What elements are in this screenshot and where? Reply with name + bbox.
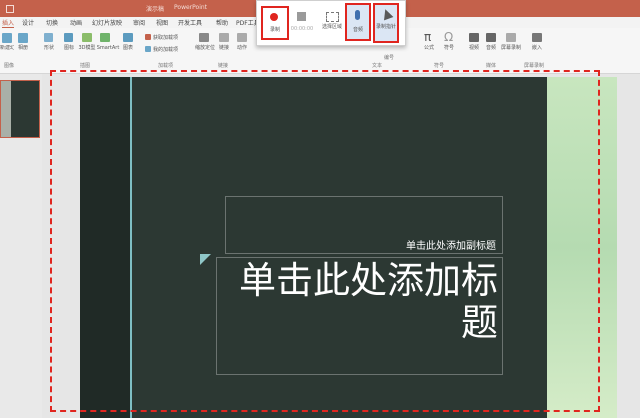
link-icon[interactable] xyxy=(219,33,229,42)
audio-toggle-label: 音频 xyxy=(352,27,363,33)
tab-transitions[interactable]: 切换 xyxy=(46,18,58,27)
new-slide-button[interactable]: 新建幻灯片 xyxy=(0,45,14,51)
zoom-icon[interactable] xyxy=(199,33,209,42)
tab-slideshow[interactable]: 幻灯片放映 xyxy=(92,18,122,27)
tab-developer[interactable]: 开发工具 xyxy=(178,18,202,27)
screen-recording-icon[interactable] xyxy=(506,33,516,42)
group-illustrations-label: 插图 xyxy=(80,63,91,69)
select-area-icon[interactable] xyxy=(326,12,339,22)
record-icon xyxy=(270,13,278,21)
smartart-icon[interactable] xyxy=(100,33,110,42)
3d-model-button[interactable]: 3D模型 xyxy=(78,45,96,51)
pointer-icon xyxy=(380,7,394,21)
audio-toggle-button[interactable]: 音频 xyxy=(345,3,371,41)
group-addins-label: 加载项 xyxy=(158,63,174,69)
chart-icon[interactable] xyxy=(123,33,133,42)
shapes-icon[interactable] xyxy=(44,33,53,42)
microphone-icon xyxy=(355,10,360,20)
my-addins-icon[interactable] xyxy=(145,46,151,52)
slide-highlight-frame xyxy=(50,70,600,412)
select-area-button[interactable]: 选择区域 xyxy=(321,24,343,30)
action-button[interactable]: 动作 xyxy=(234,45,250,51)
get-addins-button[interactable]: 获取加载项 xyxy=(153,35,178,41)
tab-insert[interactable]: 插入 xyxy=(2,18,15,28)
album-icon[interactable] xyxy=(18,33,28,43)
my-addins-button[interactable]: 我的加载项 xyxy=(153,47,178,53)
icons-button[interactable]: 图标 xyxy=(60,45,78,51)
chart-button[interactable]: 图表 xyxy=(120,45,136,51)
icons-icon[interactable] xyxy=(64,33,73,42)
embed-icon[interactable] xyxy=(532,33,542,42)
group-text-label: 文本 xyxy=(372,63,383,69)
stop-icon[interactable] xyxy=(297,12,306,21)
record-label: 录制 xyxy=(269,27,280,33)
group-media-label: 媒体 xyxy=(486,63,497,69)
audio-button[interactable]: 音频 xyxy=(483,45,499,51)
save-icon[interactable] xyxy=(6,5,14,13)
equation-button[interactable]: 公式 xyxy=(421,45,437,51)
screen-recording-button[interactable]: 屏幕录制 xyxy=(501,45,521,51)
group-images-label: 图像 xyxy=(4,63,15,69)
equation-icon[interactable]: π xyxy=(424,31,431,43)
shapes-button[interactable]: 形状 xyxy=(40,45,58,51)
group-screen-recording-label: 屏幕录制 xyxy=(524,63,545,69)
link-button[interactable]: 链接 xyxy=(216,45,232,51)
album-button[interactable]: 相册 xyxy=(14,45,32,51)
audio-icon[interactable] xyxy=(486,33,496,42)
group-links-label: 链接 xyxy=(218,63,229,69)
app-name: PowerPoint xyxy=(174,4,208,11)
document-name: 演示稿 xyxy=(146,6,165,13)
tab-view[interactable]: 视图 xyxy=(156,18,168,27)
store-icon[interactable] xyxy=(145,34,151,40)
video-button[interactable]: 视频 xyxy=(466,45,482,51)
slide-thumbnail[interactable] xyxy=(0,80,40,138)
record-pointer-label: 录制指针 xyxy=(376,24,397,30)
record-button[interactable]: 录制 xyxy=(261,6,289,40)
record-pointer-button[interactable]: 录制指针 xyxy=(373,3,399,43)
tab-design[interactable]: 设计 xyxy=(22,18,34,27)
tab-review[interactable]: 审阅 xyxy=(133,18,145,27)
recording-toolbar: 录制 00:00:00 选择区域 音频 录制指针 xyxy=(256,0,406,46)
group-symbols-label: 符号 xyxy=(434,63,445,69)
3d-model-icon[interactable] xyxy=(82,33,92,42)
smartart-button[interactable]: SmartArt xyxy=(95,45,121,51)
group-numbering-label: 编号 xyxy=(384,55,395,61)
tab-animations[interactable]: 动画 xyxy=(70,18,82,27)
timer-display: 00:00:00 xyxy=(290,26,314,32)
tab-help[interactable]: 帮助 xyxy=(216,18,228,27)
zoom-button[interactable]: 缩放定位 xyxy=(195,45,215,51)
new-slide-icon[interactable] xyxy=(2,33,12,43)
symbol-button[interactable]: 符号 xyxy=(441,45,457,51)
action-icon[interactable] xyxy=(237,33,247,42)
video-icon[interactable] xyxy=(469,33,479,42)
embed-button[interactable]: 嵌入 xyxy=(529,45,545,51)
symbol-icon[interactable]: Ω xyxy=(444,31,453,43)
thumbnail-accent xyxy=(1,81,11,137)
